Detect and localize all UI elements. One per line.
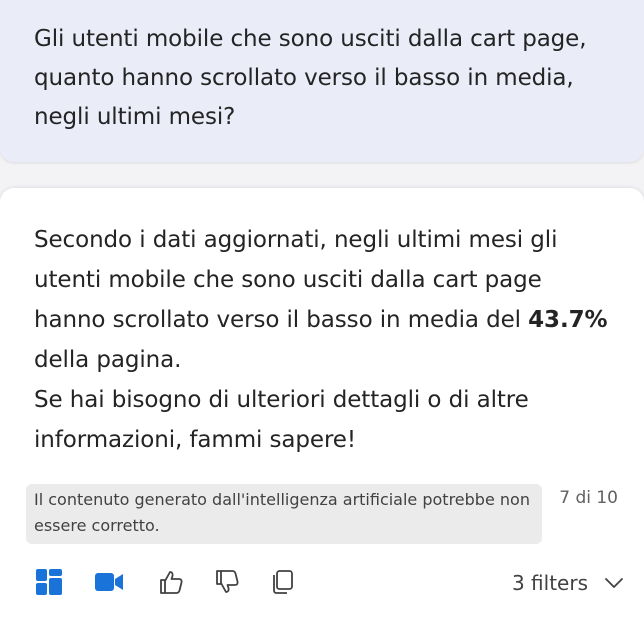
- disclaimer-row: Il contenuto generato dall'intelligenza …: [26, 484, 622, 544]
- chevron-down-icon: [604, 577, 624, 589]
- chat-panel: Gli utenti mobile che sono usciti dalla …: [0, 0, 644, 630]
- thumbs-down-button[interactable]: [212, 566, 242, 598]
- video-button[interactable]: [94, 566, 124, 598]
- copy-button[interactable]: [268, 566, 298, 598]
- ai-disclaimer: Il contenuto generato dall'intelligenza …: [26, 484, 542, 544]
- dashboard-button[interactable]: [34, 566, 64, 598]
- response-toolbar: 3 filters: [34, 566, 624, 602]
- response-paragraph-2: Se hai bisogno di ulteriori dettagli o d…: [34, 387, 529, 453]
- assistant-response-card: Secondo i dati aggiornati, negli ultimi …: [0, 188, 644, 630]
- user-message-bubble: Gli utenti mobile che sono usciti dalla …: [0, 0, 644, 162]
- response-text-tail: della pagina.: [34, 347, 182, 373]
- response-text: Secondo i dati aggiornati, negli ultimi …: [34, 220, 614, 460]
- user-message-text: Gli utenti mobile che sono usciti dalla …: [34, 26, 587, 130]
- response-paragraph-1: Secondo i dati aggiornati, negli ultimi …: [34, 220, 614, 380]
- copy-icon: [273, 570, 293, 594]
- response-page-counter: 7 di 10: [559, 488, 618, 508]
- thumbs-down-icon: [216, 570, 239, 593]
- response-text-part: Secondo i dati aggiornati, negli ultimi …: [34, 227, 558, 333]
- response-highlight-value: 43.7%: [528, 307, 608, 333]
- filters-dropdown[interactable]: 3 filters: [512, 568, 624, 598]
- thumbs-up-button[interactable]: [156, 566, 186, 598]
- filters-label: 3 filters: [511, 571, 588, 595]
- video-icon: [95, 573, 123, 591]
- dashboard-icon: [36, 569, 62, 595]
- thumbs-up-icon: [160, 571, 183, 594]
